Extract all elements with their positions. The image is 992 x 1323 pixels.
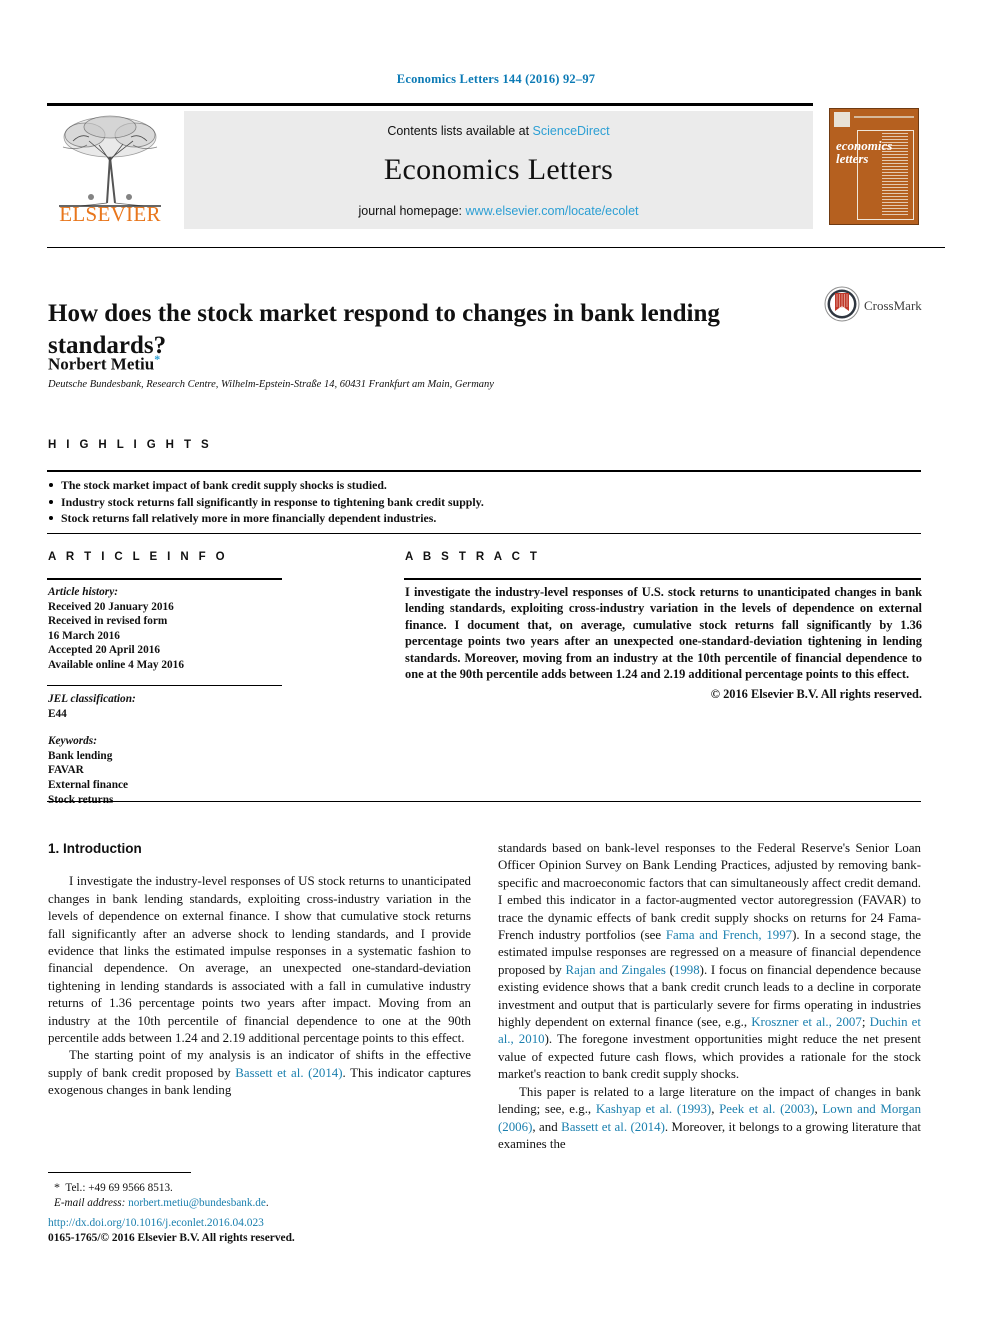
history-line: 16 March 2016 [48, 629, 120, 642]
keyword-item: FAVAR [48, 764, 84, 777]
footnote-email: E-mail address: norbert.metiu@bundesbank… [48, 1196, 478, 1211]
keyword-item: External finance [48, 778, 129, 791]
keyword-item: Bank lending [48, 749, 113, 762]
article-info-rule-2 [47, 685, 282, 686]
paragraph: I investigate the industry-level respons… [48, 874, 471, 1046]
author-name: Norbert Metiu* [48, 352, 160, 375]
paragraph: standards based on bank-level responses … [498, 840, 921, 1084]
history-line: Received 20 January 2016 [48, 600, 174, 613]
citation-link[interactable]: Kashyap et al. (1993) [596, 1102, 711, 1116]
paragraph: This paper is related to a large literat… [498, 1084, 921, 1154]
paragraph-text: ). The foregone investment opportunities… [498, 1032, 921, 1082]
journal-reference: Economics Letters 144 (2016) 92–97 [396, 72, 596, 86]
highlights-heading: H I G H L I G H T S [48, 439, 213, 451]
abstract-rule [404, 578, 921, 580]
footnote-mark: * [54, 1180, 60, 1194]
footnote-block: * Tel.: +49 69 9566 8513. E-mail address… [48, 1180, 478, 1211]
article-history-label: Article history: [48, 586, 118, 598]
footnote-tel-text: Tel.: +49 69 9566 8513. [65, 1182, 173, 1194]
homepage-prefix: journal homepage: [358, 204, 466, 218]
contents-prefix: Contents lists available at [387, 124, 533, 138]
cover-journal-title: economics letters [836, 139, 910, 165]
abstract-column: I investigate the industry-level respons… [405, 584, 922, 703]
list-item: The stock market impact of bank credit s… [48, 477, 898, 494]
body-top-rule [47, 801, 921, 802]
crossmark-icon [824, 286, 860, 322]
list-item: Industry stock returns fall significantl… [48, 494, 898, 511]
citation-link[interactable]: Peek et al. (2003) [719, 1102, 814, 1116]
elsevier-logo: ELSEVIER [49, 111, 171, 229]
paper-page: Economics Letters 144 (2016) 92–97 ELSEV… [0, 0, 992, 1323]
paragraph-text: ( [665, 962, 674, 977]
issn-copyright: 0165-1765/© 2016 Elsevier B.V. All right… [48, 1232, 295, 1244]
citation-year-link[interactable]: 1998 [674, 963, 700, 977]
elsevier-wordmark: ELSEVIER [59, 202, 161, 226]
abstract-text: I investigate the industry-level respons… [405, 585, 922, 682]
article-info-column: Article history: Received 20 January 201… [48, 585, 288, 686]
doi-link[interactable]: http://dx.doi.org/10.1016/j.econlet.2016… [48, 1216, 295, 1231]
list-item: Stock returns fall relatively more in mo… [48, 510, 898, 527]
paragraph-text: standards based on bank-level responses … [498, 841, 921, 943]
history-line: Accepted 20 April 2016 [48, 644, 161, 657]
contents-line: Contents lists available at ScienceDirec… [184, 124, 813, 138]
jel-block: JEL classification: E44 [48, 692, 288, 721]
author-footnote-mark[interactable]: * [154, 352, 160, 366]
body-column-right: standards based on bank-level responses … [498, 840, 921, 1153]
keywords-label: Keywords: [48, 735, 97, 748]
article-info-heading: A R T I C L E I N F O [48, 551, 229, 563]
masthead-banner: Contents lists available at ScienceDirec… [184, 111, 813, 229]
jel-label: JEL classification: [48, 693, 136, 705]
elsevier-tree-icon [59, 115, 161, 207]
article-history-block: Article history: Received 20 January 201… [48, 585, 288, 673]
citation-link[interactable]: Bassett et al. (2014) [561, 1120, 665, 1134]
masthead-top-rule [47, 103, 813, 106]
email-link[interactable]: norbert.metiu@bundesbank.de [128, 1197, 266, 1209]
footnote-rule [48, 1172, 191, 1173]
paragraph: The starting point of my analysis is an … [48, 1047, 471, 1099]
cover-logo-box [834, 112, 850, 127]
highlights-bottom-rule [47, 533, 921, 534]
author-affiliation: Deutsche Bundesbank, Research Centre, Wi… [48, 379, 494, 390]
cover-header-line [854, 116, 914, 118]
paragraph-text: ; [861, 1015, 870, 1030]
email-label: E-mail address: [54, 1197, 126, 1209]
history-line: Available online 4 May 2016 [48, 658, 184, 671]
keywords-block: Keywords: Bank lending FAVAR External fi… [48, 734, 288, 807]
citation-link[interactable]: Kroszner et al., 2007 [751, 1015, 862, 1029]
journal-title: Economics Letters [383, 153, 614, 186]
crossmark-badge[interactable]: CrossMark [824, 286, 924, 326]
cover-title-line2: letters [836, 151, 869, 166]
author-label: Norbert Metiu [48, 354, 155, 374]
email-suffix: . [265, 1197, 269, 1209]
footnote-tel: * Tel.: +49 69 9566 8513. [48, 1180, 478, 1196]
title-separator [47, 247, 945, 248]
abstract-copyright: © 2016 Elsevier B.V. All rights reserved… [710, 687, 922, 702]
history-line: Received in revised form [48, 615, 168, 628]
citation-link[interactable]: Bassett et al. (2014) [235, 1066, 342, 1080]
article-info-rule [47, 578, 282, 580]
highlights-rule [47, 470, 921, 472]
journal-masthead: ELSEVIER Contents lists available at Sci… [47, 103, 945, 231]
citation-link[interactable]: Rajan and Zingales [566, 963, 666, 977]
section-heading-introduction: 1. Introduction [48, 841, 142, 856]
crossmark-label: CrossMark [864, 298, 922, 313]
journal-homepage-line: journal homepage: www.elsevier.com/locat… [184, 204, 813, 218]
highlights-list: The stock market impact of bank credit s… [48, 477, 898, 527]
jel-codes: E44 [48, 707, 67, 720]
journal-homepage-link[interactable]: www.elsevier.com/locate/ecolet [466, 204, 639, 218]
sciencedirect-link[interactable]: ScienceDirect [533, 124, 610, 138]
body-column-left: 1. Introduction I investigate the indust… [48, 840, 471, 1100]
journal-cover-thumbnail: economics letters [829, 108, 919, 225]
citation-link[interactable]: Fama and French, 1997 [666, 928, 792, 942]
keyword-item: Stock returns [48, 793, 114, 806]
doi-block: http://dx.doi.org/10.1016/j.econlet.2016… [48, 1216, 295, 1246]
paragraph-text: , [711, 1102, 720, 1117]
abstract-heading: A B S T R A C T [405, 551, 541, 563]
paragraph-text: , and [532, 1119, 562, 1134]
